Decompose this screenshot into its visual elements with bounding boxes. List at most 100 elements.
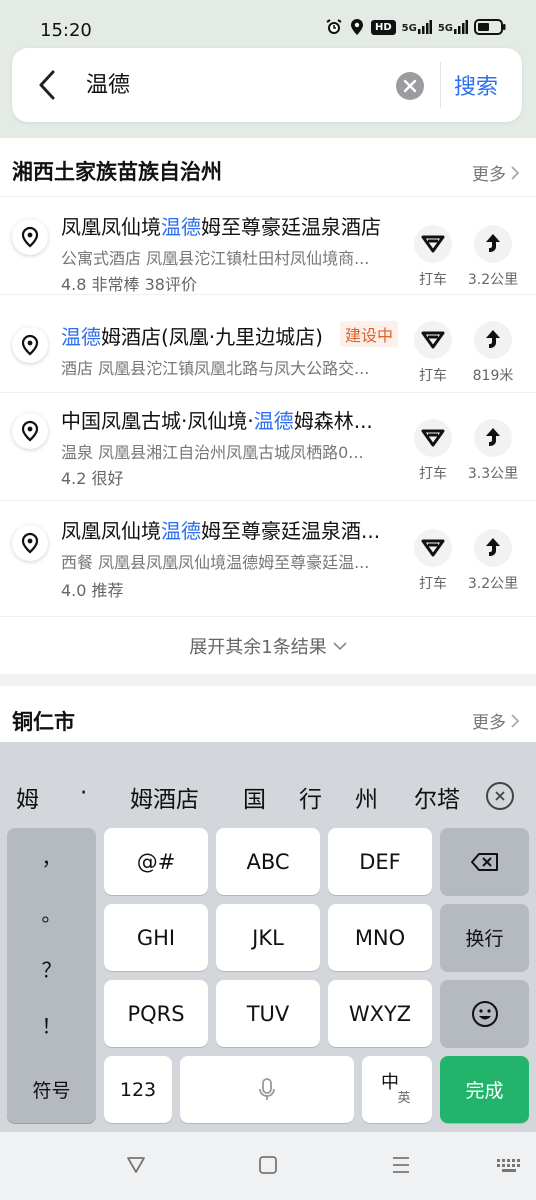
clear-icon bbox=[403, 79, 417, 93]
nav-recents-button[interactable] bbox=[391, 1156, 411, 1174]
status-badge: 建设中 bbox=[340, 321, 399, 347]
result-rating: 4.2 很好 bbox=[61, 469, 124, 488]
result-item[interactable]: 凤凰凤仙境温德姆至尊豪廷温泉酒店 公寓式酒店 凤凰县沱江镇杜田村凤仙境商... … bbox=[0, 196, 536, 294]
navigate-button[interactable]: 3.2公里 bbox=[463, 225, 523, 289]
taxi-label: 打车 bbox=[419, 576, 447, 592]
name-part: 姆至尊豪廷温泉酒... bbox=[201, 519, 381, 543]
alarm-icon bbox=[325, 18, 343, 36]
result-rating: 4.0 推荐 bbox=[61, 581, 124, 600]
result-item[interactable]: 中国凤凰古城·凤仙境·温德姆森林... 温泉 凤凰县湘江自治州凤凰古城凤栖路0.… bbox=[0, 392, 536, 490]
key-wxyz[interactable]: WXYZ bbox=[328, 980, 432, 1047]
close-icon bbox=[495, 791, 505, 801]
newline-button[interactable]: 换行 bbox=[440, 904, 529, 971]
key-abc[interactable]: ABC bbox=[216, 828, 320, 895]
key-jkl[interactable]: JKL bbox=[216, 904, 320, 971]
candidate-item[interactable]: 尔塔 bbox=[414, 780, 460, 814]
language-toggle-button[interactable]: 中英 bbox=[362, 1056, 432, 1123]
nav-back-button[interactable] bbox=[126, 1156, 146, 1174]
taxi-button[interactable]: 打车 bbox=[403, 529, 463, 593]
lang-main: 中 bbox=[381, 1071, 399, 1093]
candidate-item[interactable]: 国 bbox=[243, 780, 266, 814]
key-ghi[interactable]: GHI bbox=[104, 904, 208, 971]
emoji-button[interactable] bbox=[440, 980, 529, 1047]
more-button[interactable]: 更多 bbox=[472, 708, 520, 733]
lang-sub: 英 bbox=[397, 1090, 411, 1106]
status-time: 15:20 bbox=[40, 20, 92, 41]
candidate-item[interactable]: · bbox=[80, 780, 87, 806]
result-desc: 温泉 凤凰县湘江自治州凤凰古城凤栖路0... bbox=[61, 443, 364, 462]
hd-icon: HD bbox=[370, 19, 396, 35]
triangle-back-icon bbox=[127, 1157, 145, 1173]
search-input[interactable] bbox=[86, 70, 386, 96]
keyboard-hide-button[interactable] bbox=[496, 1158, 522, 1174]
result-name: 中国凤凰古城·凤仙境·温德姆森林... bbox=[61, 405, 373, 434]
candidate-bar: 姆 · 姆酒店 国 行 州 尔塔 bbox=[0, 742, 536, 822]
expand-label: 展开其余1条结果 bbox=[189, 636, 327, 658]
key-tuv[interactable]: TUV bbox=[216, 980, 320, 1047]
name-part: 姆森林... bbox=[293, 409, 373, 433]
menu-recents-icon bbox=[393, 1157, 409, 1173]
punct-key[interactable]: ！ bbox=[7, 996, 96, 1052]
result-name: 凤凰凤仙境温德姆至尊豪廷温泉酒... bbox=[61, 515, 380, 544]
close-candidates-button[interactable] bbox=[486, 782, 514, 810]
taxi-button[interactable]: 打车 bbox=[403, 321, 463, 385]
navigate-icon bbox=[474, 529, 512, 567]
location-icon bbox=[349, 18, 365, 36]
emoji-icon bbox=[471, 1000, 498, 1027]
punct-key[interactable]: ， bbox=[7, 828, 96, 884]
name-part: 姆至尊豪廷温泉酒店 bbox=[201, 215, 381, 239]
name-highlight: 温德 bbox=[161, 519, 201, 543]
taxi-icon bbox=[414, 321, 452, 359]
symbols-button[interactable]: 符号 bbox=[7, 1056, 96, 1123]
key-symbols[interactable]: @# bbox=[104, 828, 208, 895]
name-highlight: 温德 bbox=[253, 409, 294, 433]
punct-key[interactable]: ？ bbox=[7, 940, 96, 996]
square-home-icon bbox=[259, 1156, 277, 1174]
result-desc: 公寓式酒店 凤凰县沱江镇杜田村凤仙境商... bbox=[61, 249, 370, 268]
backspace-button[interactable] bbox=[440, 828, 529, 895]
battery-icon bbox=[474, 19, 506, 35]
key-def[interactable]: DEF bbox=[328, 828, 432, 895]
backspace-icon bbox=[470, 852, 498, 871]
results-section-xiangxi: 湘西土家族苗族自治州 更多 凤凰凤仙境温德姆至尊豪廷温泉酒店 公寓式酒店 凤凰县… bbox=[0, 138, 536, 674]
navigate-button[interactable]: 3.3公里 bbox=[463, 419, 523, 483]
search-divider bbox=[440, 62, 441, 108]
result-item[interactable]: 温德姆酒店(凤凰·九里边城店) 建设中 酒店 凤凰县沱江镇凤凰北路与凤大公路交.… bbox=[0, 294, 536, 392]
search-button[interactable]: 搜索 bbox=[454, 69, 498, 101]
name-part: 姆酒店(凤凰·九里边城店) bbox=[101, 325, 323, 349]
distance-label: 3.2公里 bbox=[467, 576, 519, 592]
taxi-button[interactable]: 打车 bbox=[403, 225, 463, 289]
candidate-item[interactable]: 姆 bbox=[16, 780, 39, 814]
chevron-down-icon bbox=[333, 641, 347, 650]
nav-home-button[interactable] bbox=[258, 1156, 278, 1174]
back-arrow-icon bbox=[39, 70, 55, 100]
punct-key[interactable]: 。 bbox=[7, 884, 96, 940]
space-voice-button[interactable] bbox=[180, 1056, 354, 1123]
candidate-item[interactable]: 行 bbox=[299, 780, 322, 814]
more-label: 更多 bbox=[472, 713, 506, 733]
numbers-button[interactable]: 123 bbox=[104, 1056, 172, 1123]
navigate-button[interactable]: 3.2公里 bbox=[463, 529, 523, 593]
candidate-item[interactable]: 姆酒店 bbox=[130, 780, 199, 814]
navigate-icon bbox=[474, 225, 512, 263]
clear-button[interactable] bbox=[396, 72, 424, 100]
results-section-tongren: 铜仁市 更多 bbox=[0, 686, 536, 746]
done-button[interactable]: 完成 bbox=[440, 1056, 529, 1123]
result-desc: 西餐 凤凰县凤凰凤仙境温德姆至尊豪廷温... bbox=[61, 553, 370, 572]
expand-results-button[interactable]: 展开其余1条结果 bbox=[0, 616, 536, 674]
name-part: 中国凤凰古城·凤仙境· bbox=[61, 409, 254, 433]
signal-icon-1: 5G bbox=[402, 20, 432, 34]
navigate-icon bbox=[474, 419, 512, 457]
taxi-label: 打车 bbox=[419, 368, 447, 384]
more-button[interactable]: 更多 bbox=[472, 160, 520, 185]
candidate-item[interactable]: 州 bbox=[355, 780, 378, 814]
map-pin-icon bbox=[12, 219, 48, 255]
back-button[interactable] bbox=[32, 66, 62, 104]
section-title: 湘西土家族苗族自治州 bbox=[12, 160, 222, 184]
key-pqrs[interactable]: PQRS bbox=[104, 980, 208, 1047]
result-item[interactable]: 凤凰凤仙境温德姆至尊豪廷温泉酒... 西餐 凤凰县凤凰凤仙境温德姆至尊豪廷温..… bbox=[0, 500, 536, 616]
taxi-button[interactable]: 打车 bbox=[403, 419, 463, 483]
key-mno[interactable]: MNO bbox=[328, 904, 432, 971]
navigate-button[interactable]: 819米 bbox=[463, 321, 523, 385]
name-highlight: 温德 bbox=[161, 215, 201, 239]
